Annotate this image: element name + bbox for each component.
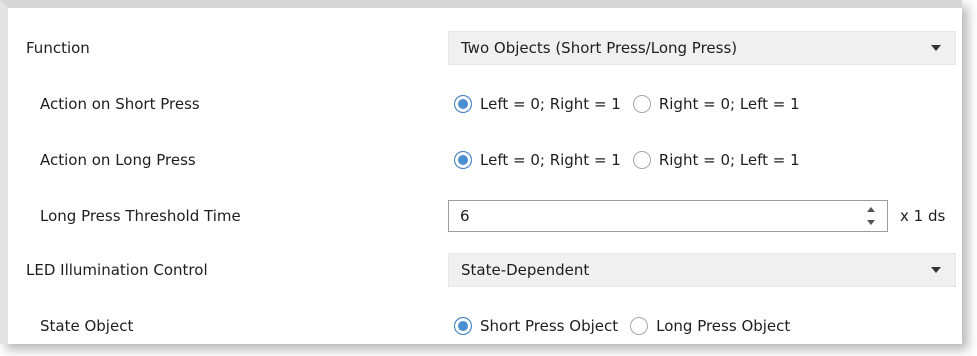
chevron-down-icon	[931, 267, 941, 273]
state-object-radio-group: Short Press Object Long Press Object	[454, 317, 802, 335]
spinner-icon[interactable]	[867, 206, 877, 226]
long-press-option-1-label: Left = 0; Right = 1	[480, 151, 621, 169]
radio-checked-icon	[454, 95, 472, 113]
short-press-option-right0-left1[interactable]: Right = 0; Left = 1	[632, 95, 800, 113]
row-state-object: State Object Short Press Object Long Pre…	[8, 306, 962, 346]
long-press-radio-group: Left = 0; Right = 1 Right = 0; Left = 1	[454, 151, 812, 169]
long-press-option-right0-left1[interactable]: Right = 0; Left = 1	[632, 151, 800, 169]
led-dropdown[interactable]: State-Dependent	[448, 253, 956, 287]
short-press-radio-group: Left = 0; Right = 1 Right = 0; Left = 1	[454, 95, 812, 113]
long-press-option-left0-right1[interactable]: Left = 0; Right = 1	[454, 151, 621, 169]
short-press-option-2-label: Right = 0; Left = 1	[658, 95, 800, 113]
row-threshold: Long Press Threshold Time 6 x 1 ds	[8, 196, 962, 236]
spin-up-icon[interactable]	[867, 207, 875, 212]
long-press-option-2-label: Right = 0; Left = 1	[658, 151, 800, 169]
threshold-label: Long Press Threshold Time	[40, 207, 241, 225]
row-short-press: Action on Short Press Left = 0; Right = …	[8, 84, 962, 124]
state-object-option-long[interactable]: Long Press Object	[630, 317, 790, 335]
function-label: Function	[26, 39, 90, 57]
threshold-input[interactable]: 6	[448, 200, 888, 232]
state-object-label: State Object	[40, 317, 134, 335]
radio-unchecked-icon	[632, 151, 651, 169]
radio-unchecked-icon	[630, 317, 649, 335]
short-press-label: Action on Short Press	[40, 95, 200, 113]
parameter-panel: Function Two Objects (Short Press/Long P…	[0, 0, 962, 344]
radio-unchecked-icon	[632, 95, 651, 113]
state-object-option-1-label: Short Press Object	[480, 317, 619, 335]
row-long-press: Action on Long Press Left = 0; Right = 1…	[8, 140, 962, 180]
radio-checked-icon	[454, 151, 472, 169]
spin-down-icon[interactable]	[867, 220, 875, 225]
function-dropdown[interactable]: Two Objects (Short Press/Long Press)	[448, 31, 956, 65]
threshold-value: 6	[460, 207, 470, 225]
led-dropdown-value: State-Dependent	[461, 261, 590, 279]
state-object-option-short[interactable]: Short Press Object	[454, 317, 618, 335]
long-press-label: Action on Long Press	[40, 151, 196, 169]
radio-checked-icon	[454, 317, 472, 335]
row-function: Function Two Objects (Short Press/Long P…	[8, 28, 962, 68]
short-press-option-left0-right1[interactable]: Left = 0; Right = 1	[454, 95, 621, 113]
threshold-unit: x 1 ds	[900, 207, 946, 225]
state-object-option-2-label: Long Press Object	[656, 317, 791, 335]
row-led: LED Illumination Control State-Dependent	[8, 250, 962, 290]
function-dropdown-value: Two Objects (Short Press/Long Press)	[461, 39, 738, 57]
led-label: LED Illumination Control	[26, 261, 208, 279]
short-press-option-1-label: Left = 0; Right = 1	[480, 95, 621, 113]
chevron-down-icon	[931, 45, 941, 51]
